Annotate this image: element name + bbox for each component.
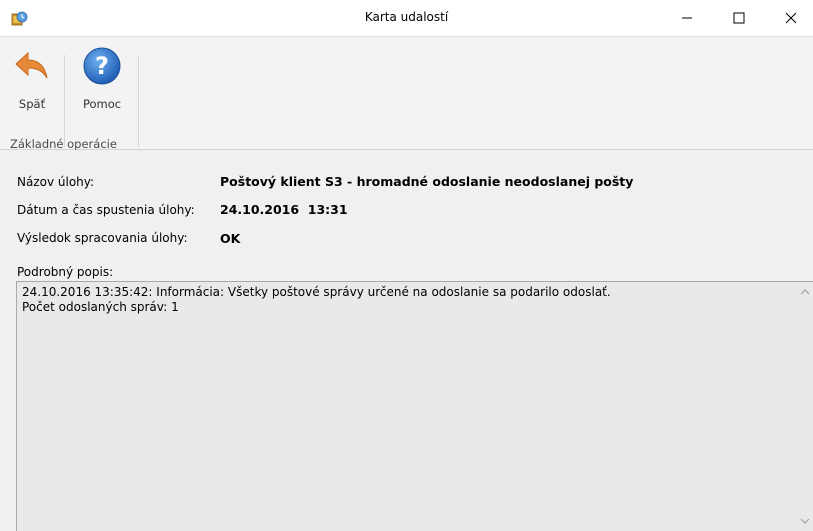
ribbon-group-label: Základné operácie [10, 137, 117, 151]
ribbon-separator [138, 55, 139, 147]
task-name-value: Poštový klient S3 - hromadné odoslanie n… [220, 174, 634, 189]
back-button[interactable]: Späť [10, 42, 54, 122]
description-textarea[interactable]: 24.10.2016 13:35:42: Informácia: Všetky … [16, 281, 813, 531]
maximize-button[interactable] [716, 0, 762, 36]
back-arrow-icon [15, 51, 48, 79]
task-result-value: OK [220, 231, 241, 246]
help-button-label: Pomoc [82, 97, 122, 111]
description-line: 24.10.2016 13:35:42: Informácia: Všetky … [22, 285, 611, 299]
title-bar: Karta udalostí [0, 0, 813, 36]
minimize-icon [682, 17, 692, 19]
close-icon [785, 12, 797, 24]
task-datetime-label: Dátum a čas spustenia úlohy: [17, 203, 195, 217]
task-datetime-value: 24.10.2016 13:31 [220, 202, 348, 217]
maximize-icon [733, 12, 745, 24]
minimize-button[interactable] [664, 0, 710, 36]
task-name-label: Názov úlohy: [17, 175, 95, 189]
back-button-label: Späť [18, 97, 46, 111]
scroll-up-icon[interactable] [800, 288, 810, 296]
help-icon: ? [83, 47, 121, 85]
description-label: Podrobný popis: [17, 265, 114, 279]
description-line: Počet odoslaných správ: 1 [22, 300, 179, 314]
task-result-label: Výsledok spracovania úlohy: [17, 231, 188, 245]
content-area: Názov úlohy: Poštový klient S3 - hromadn… [0, 150, 813, 531]
svg-text:?: ? [95, 52, 109, 80]
vertical-scrollbar[interactable] [796, 282, 813, 531]
close-button[interactable] [768, 0, 813, 36]
ribbon-separator [64, 55, 65, 147]
help-button[interactable]: ? Pomoc [74, 42, 130, 122]
scroll-down-icon[interactable] [800, 517, 810, 525]
ribbon-toolbar: Späť ? Pomoc Základné operácie [0, 36, 813, 151]
description-text: 24.10.2016 13:35:42: Informácia: Všetky … [22, 285, 611, 315]
